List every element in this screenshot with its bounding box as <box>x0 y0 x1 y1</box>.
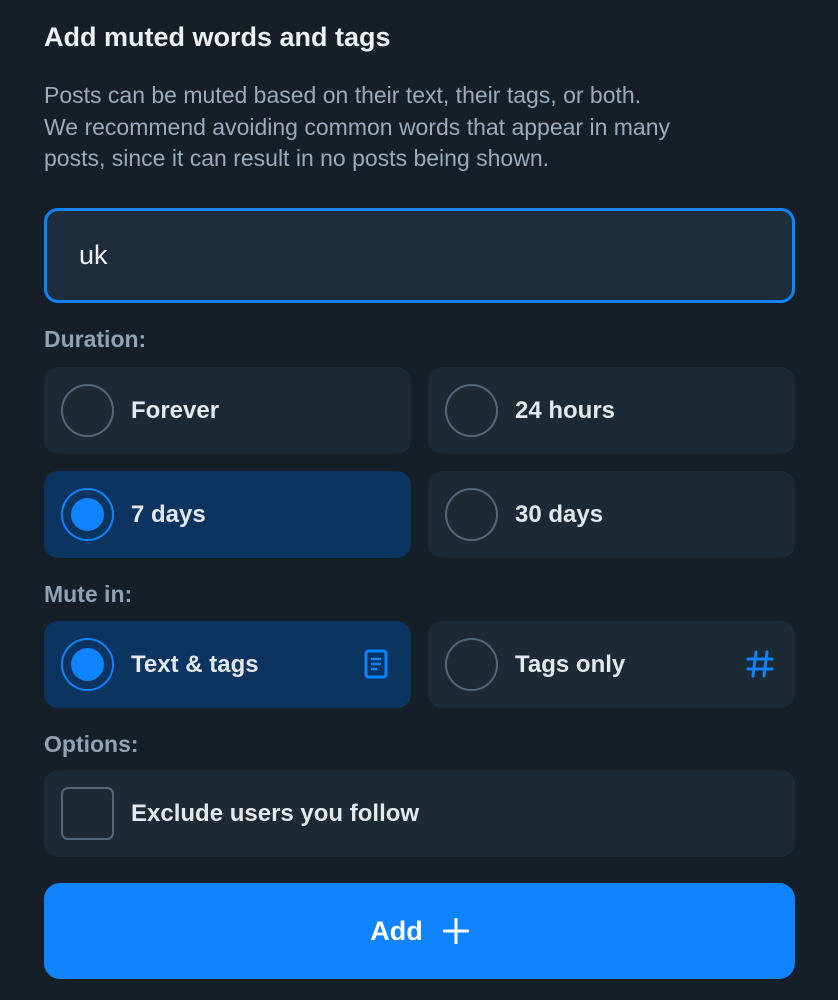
radio-button[interactable] <box>445 384 498 437</box>
exclude-following-option[interactable]: Exclude users you follow <box>44 770 795 857</box>
checkbox[interactable] <box>61 787 114 840</box>
document-icon <box>364 649 388 679</box>
add-button[interactable]: Add <box>44 883 795 979</box>
radio-button-selected[interactable] <box>61 488 114 541</box>
duration-option-label: Forever <box>131 397 220 424</box>
duration-option-30-days[interactable]: 30 days <box>428 471 795 558</box>
mute-in-option-text-and-tags[interactable]: Text & tags <box>44 621 411 708</box>
plus-icon <box>442 918 469 944</box>
muted-word-input-container <box>44 208 795 303</box>
radio-button[interactable] <box>61 384 114 437</box>
duration-option-7-days[interactable]: 7 days <box>44 471 411 558</box>
duration-option-forever[interactable]: Forever <box>44 367 411 454</box>
exclude-following-label: Exclude users you follow <box>131 800 420 827</box>
radio-button[interactable] <box>445 638 498 691</box>
add-button-label: Add <box>370 915 423 946</box>
description-line: posts, since it can result in no posts b… <box>44 145 550 171</box>
muted-word-input[interactable] <box>47 211 792 300</box>
duration-option-label: 30 days <box>515 501 604 528</box>
radio-button[interactable] <box>445 488 498 541</box>
radio-button-selected[interactable] <box>61 638 114 691</box>
description-line: Posts can be muted based on their text, … <box>44 82 642 108</box>
mute-in-label: Mute in: <box>44 581 133 607</box>
dialog-title: Add muted words and tags <box>44 22 391 52</box>
mute-in-option-tags-only[interactable]: Tags only <box>428 621 795 708</box>
description-line: We recommend avoiding common words that … <box>44 113 670 140</box>
dialog-description: Posts can be muted based on their text, … <box>44 80 804 175</box>
mute-in-option-label: Text & tags <box>131 651 259 678</box>
options-label: Options: <box>44 731 139 757</box>
duration-option-label: 24 hours <box>515 397 616 424</box>
duration-option-label: 7 days <box>131 501 206 528</box>
mute-words-dialog: Add muted words and tags Posts can be mu… <box>0 0 838 1000</box>
duration-option-24-hours[interactable]: 24 hours <box>428 367 795 454</box>
duration-label: Duration: <box>44 326 147 352</box>
hashtag-icon <box>746 650 774 678</box>
mute-in-option-label: Tags only <box>515 651 626 678</box>
